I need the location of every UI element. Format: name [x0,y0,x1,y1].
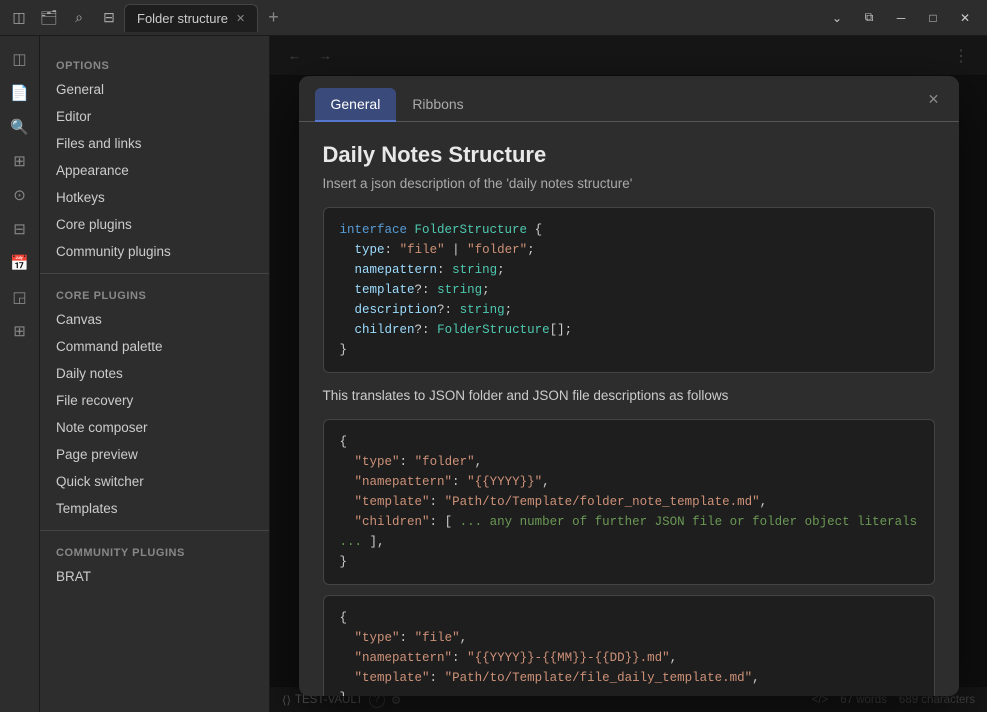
sidebar-toggle-icon[interactable]: ◫ [8,7,30,29]
sidebar-toggle-icon[interactable]: ◫ [5,44,35,74]
titlebar-left: ◫ 🗂 ⌕ ⊟ [8,7,120,29]
prose-1: This translates to JSON folder and JSON … [323,385,935,407]
modal-title: Daily Notes Structure [323,142,935,168]
settings-divider-1 [40,273,269,274]
modal-subtitle: Insert a json description of the 'daily … [323,176,935,191]
maximize-button[interactable]: □ [919,7,947,29]
modal-tabs: General Ribbons [299,76,959,122]
modal-overlay: ✕ General Ribbons Daily Notes Structure … [270,36,987,712]
files-icon[interactable]: 📄 [5,78,35,108]
settings-item-templates[interactable]: Templates [40,495,269,522]
search-sidebar-icon[interactable]: 🔍 [5,112,35,142]
settings-item-core-plugins[interactable]: Core plugins [40,211,269,238]
titlebar: ◫ 🗂 ⌕ ⊟ Folder structure ✕ + ⌄ ⧉ ─ □ ✕ [0,0,987,36]
main-layout: ◫ 📄 🔍 ⊞ ⊙ ⊟ 📅 ◲ ⊞ Options General Editor… [0,36,987,712]
settings-item-canvas[interactable]: Canvas [40,306,269,333]
new-tab-button[interactable]: + [262,7,285,28]
bookmark-nav-icon[interactable]: ⊟ [98,7,120,29]
tab-ribbons[interactable]: Ribbons [396,88,479,122]
settings-divider-2 [40,530,269,531]
layers-sidebar-icon[interactable]: ⊟ [5,214,35,244]
settings-item-appearance[interactable]: Appearance [40,157,269,184]
content-area: ← → ⋮ ✕ General Ribbons Daily Notes Stru… [270,36,987,712]
modal-content-area: Daily Notes Structure Insert a json desc… [299,122,959,696]
settings-item-community-plugins[interactable]: Community plugins [40,238,269,265]
terminal-sidebar-icon[interactable]: ◲ [5,282,35,312]
tab-close-icon[interactable]: ✕ [236,12,245,25]
core-plugins-section-label: Core plugins [40,282,269,306]
settings-item-editor[interactable]: Editor [40,103,269,130]
folder-open-icon[interactable]: 🗂 [38,7,60,29]
search-nav-icon[interactable]: ⌕ [68,7,90,29]
close-window-button[interactable]: ✕ [951,7,979,29]
settings-panel: Options General Editor Files and links A… [40,36,270,712]
icon-sidebar: ◫ 📄 🔍 ⊞ ⊙ ⊟ 📅 ◲ ⊞ [0,36,40,712]
file-code-block: { "type": "file", "namepattern": "{{YYYY… [323,595,935,696]
community-plugins-section-label: Community plugins [40,539,269,563]
settings-item-command-palette[interactable]: Command palette [40,333,269,360]
modal-dialog: ✕ General Ribbons Daily Notes Structure … [299,76,959,696]
settings-item-quick-switcher[interactable]: Quick switcher [40,468,269,495]
settings-item-files-links[interactable]: Files and links [40,130,269,157]
minimize-button[interactable]: ─ [887,7,915,29]
settings-item-page-preview[interactable]: Page preview [40,441,269,468]
tab-label: Folder structure [137,11,228,26]
graph-sidebar-icon[interactable]: ⊙ [5,180,35,210]
settings-item-file-recovery[interactable]: File recovery [40,387,269,414]
folder-code-block: { "type": "folder", "namepattern": "{{YY… [323,419,935,585]
calendar-sidebar-icon[interactable]: 📅 [5,248,35,278]
dropdown-button[interactable]: ⌄ [823,7,851,29]
settings-item-note-composer[interactable]: Note composer [40,414,269,441]
folder-structure-tab[interactable]: Folder structure ✕ [124,4,258,32]
titlebar-right: ⌄ ⧉ ─ □ ✕ [823,7,979,29]
bookmark-sidebar-icon[interactable]: ⊞ [5,146,35,176]
settings-item-daily-notes[interactable]: Daily notes [40,360,269,387]
tab-bar: Folder structure ✕ + [124,4,823,32]
settings-item-brat[interactable]: BRAT [40,563,269,590]
options-section-label: Options [40,52,269,76]
settings-item-hotkeys[interactable]: Hotkeys [40,184,269,211]
settings-item-general[interactable]: General [40,76,269,103]
tab-general[interactable]: General [315,88,397,122]
modal-close-button[interactable]: ✕ [921,86,947,112]
interface-code-block: interface FolderStructure { type: "file"… [323,207,935,373]
blocks-sidebar-icon[interactable]: ⊞ [5,316,35,346]
split-view-button[interactable]: ⧉ [855,7,883,29]
